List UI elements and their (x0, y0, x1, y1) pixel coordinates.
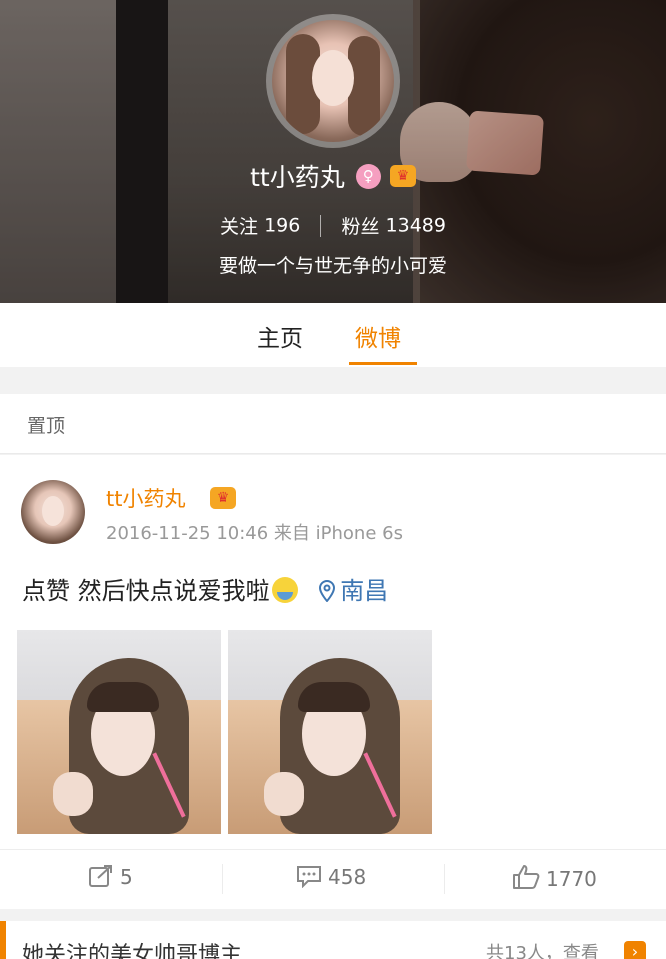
arrow-right-icon[interactable]: › (624, 941, 646, 959)
profile-name-row: tt小药丸 ♀ ♛ (0, 158, 666, 194)
profile-tabs: 主页 微博 (0, 303, 666, 367)
repost-button[interactable]: 5 (88, 864, 133, 889)
post-image[interactable] (17, 630, 221, 834)
emoji-icon (271, 577, 298, 603)
tab-weibo[interactable]: 微博 (355, 319, 401, 353)
pinned-header: 置顶 (0, 394, 666, 454)
active-tab-indicator (349, 362, 417, 365)
post-actions: 5 458 1770 (0, 849, 666, 909)
female-icon: ♀ (355, 163, 381, 189)
tab-home[interactable]: 主页 (257, 319, 303, 353)
post-content: 点赞 然后快点说爱我啦 南昌 (22, 571, 388, 606)
recommend-title: 她关注的美女帅哥博主 (22, 943, 243, 959)
vip-crown-icon[interactable]: ♛ (389, 165, 416, 187)
stats-divider (320, 214, 322, 237)
pinned-label: 置顶 (27, 415, 66, 437)
profile-avatar[interactable] (266, 14, 400, 148)
repost-icon (89, 865, 112, 887)
comment-button[interactable]: 458 (296, 864, 366, 889)
following-stat[interactable]: 关注 196 (220, 214, 306, 239)
post-location[interactable]: 南昌 (305, 577, 388, 605)
post-image[interactable] (228, 630, 432, 834)
recommend-accent (0, 921, 6, 959)
recommend-count[interactable]: 共13人，查看 (486, 939, 599, 959)
divider (222, 864, 223, 894)
post-author[interactable]: tt小药丸 (106, 483, 185, 513)
location-pin-icon (319, 580, 336, 602)
profile-stats: 关注 196 粉丝 13489 (0, 212, 666, 239)
vip-crown-icon[interactable]: ♛ (210, 487, 236, 509)
avatar[interactable] (21, 480, 85, 544)
like-button[interactable]: 1770 (512, 864, 597, 891)
like-icon (513, 865, 540, 889)
recommend-bar[interactable]: 她关注的美女帅哥博主 共13人，查看 › (0, 921, 666, 959)
weibo-post[interactable]: tt小药丸 ♛ 2016-11-25 10:46 来自 iPhone 6s 点赞… (0, 455, 666, 909)
post-text: 点赞 然后快点说爱我啦 (22, 577, 270, 605)
profile-header: tt小药丸 ♀ ♛ 关注 196 粉丝 13489 要做一个与世无争的小可爱 (0, 0, 666, 303)
profile-username: tt小药丸 (250, 163, 345, 192)
profile-bio: 要做一个与世无争的小可爱 (218, 255, 447, 277)
divider (444, 864, 445, 894)
followers-stat[interactable]: 粉丝 13489 (341, 214, 446, 239)
comment-icon (297, 866, 321, 889)
post-meta: 2016-11-25 10:46 来自 iPhone 6s (106, 523, 403, 544)
